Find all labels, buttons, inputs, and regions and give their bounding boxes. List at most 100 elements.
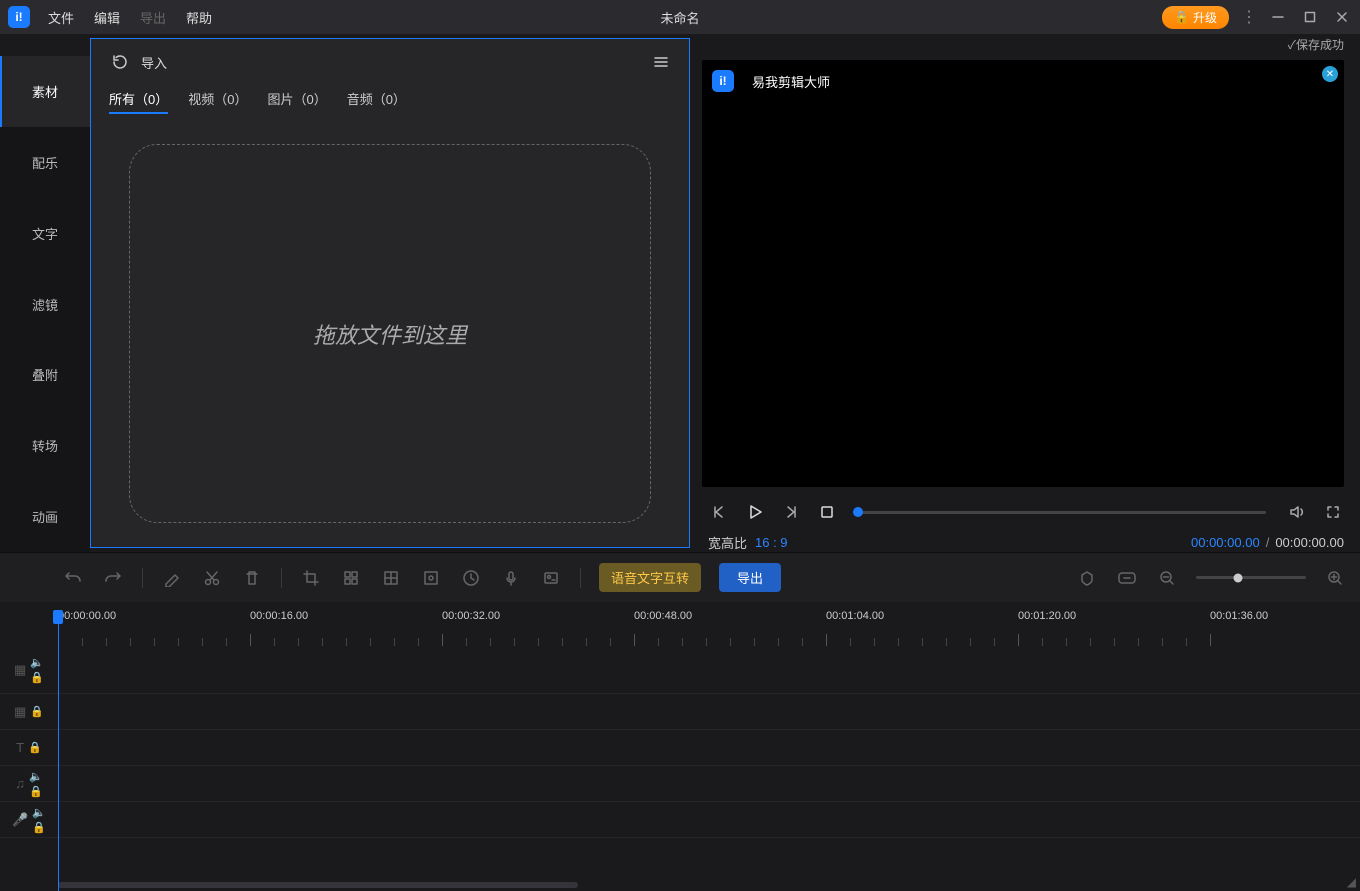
- refresh-icon[interactable]: [109, 51, 131, 73]
- media-tabs: 所有（0） 视频（0） 图片（0） 音频（0）: [109, 89, 671, 114]
- minimize-icon[interactable]: [1268, 7, 1288, 27]
- mic-icon: 🎤: [12, 812, 28, 828]
- separator: [580, 568, 581, 588]
- menu-edit[interactable]: 编辑: [86, 4, 128, 31]
- lock-icon[interactable]: 🔒: [28, 741, 42, 754]
- separator: [142, 568, 143, 588]
- timeline-scrollbar[interactable]: [0, 879, 1360, 891]
- ratio-value[interactable]: 16 : 9: [755, 535, 788, 550]
- mute-icon[interactable]: 🔈: [30, 656, 44, 669]
- ruler-label: 00:00:16.00: [250, 610, 308, 622]
- zoom-out-icon[interactable]: [1156, 567, 1178, 589]
- track-head: 🎤 🔈 🔒: [0, 802, 58, 837]
- timeline-tracks: ▦ 🔈🔒 ▦ 🔒 T 🔒 ♫ 🔈🔒 🎤 🔈🔒: [0, 646, 1360, 879]
- speed-icon[interactable]: [460, 567, 482, 589]
- tab-video[interactable]: 视频（0）: [188, 89, 247, 114]
- resize-grip-icon[interactable]: ◢: [1347, 875, 1356, 889]
- app-icon: i!: [8, 6, 30, 28]
- voice-to-text-button[interactable]: 语音文字互转: [599, 563, 701, 592]
- ruler-label: 00:00:48.00: [634, 610, 692, 622]
- track-voice[interactable]: 🎤 🔈 🔒: [0, 802, 1360, 838]
- volume-icon[interactable]: [1286, 501, 1308, 523]
- progress-thumb[interactable]: [853, 507, 863, 517]
- menu-file[interactable]: 文件: [40, 4, 82, 31]
- lock-icon[interactable]: 🔒: [32, 821, 46, 834]
- media-panel: 导入 所有（0） 视频（0） 图片（0） 音频（0） 拖放文件到这里: [90, 38, 690, 548]
- track-video-overlay[interactable]: ▦ 🔒: [0, 694, 1360, 730]
- preview-info: 宽高比 16 : 9 00:00:00.00 / 00:00:00.00: [702, 529, 1344, 552]
- voice-icon[interactable]: [500, 567, 522, 589]
- scrollbar-thumb[interactable]: [58, 882, 578, 888]
- prev-frame-icon[interactable]: [708, 501, 730, 523]
- preview-brand-label: 易我剪辑大师: [752, 72, 830, 91]
- tab-all[interactable]: 所有（0）: [109, 89, 168, 114]
- time-total: 00:00:00.00: [1275, 535, 1344, 550]
- dropzone[interactable]: 拖放文件到这里: [129, 144, 651, 523]
- lock-icon[interactable]: 🔒: [30, 671, 44, 684]
- grid-icon[interactable]: [380, 567, 402, 589]
- timeline-ruler[interactable]: 00:00:00.0000:00:16.0000:00:32.0000:00:4…: [58, 602, 1360, 646]
- track-head: T 🔒: [0, 730, 58, 765]
- zoom-slider[interactable]: [1196, 576, 1306, 579]
- more-icon[interactable]: ⋮: [1241, 7, 1256, 27]
- time-separator: /: [1266, 535, 1270, 550]
- redo-icon[interactable]: [102, 567, 124, 589]
- fit-icon[interactable]: [1116, 567, 1138, 589]
- lock-icon[interactable]: 🔒: [30, 705, 44, 718]
- maximize-icon[interactable]: [1300, 7, 1320, 27]
- timeline: 00:00:00.0000:00:16.0000:00:32.0000:00:4…: [0, 602, 1360, 891]
- sidebar-item-music[interactable]: 配乐: [0, 127, 90, 198]
- play-icon[interactable]: [744, 501, 766, 523]
- ruler-label: 00:01:04.00: [826, 610, 884, 622]
- cut-icon[interactable]: [201, 567, 223, 589]
- progress-bar[interactable]: [858, 511, 1266, 514]
- track-audio[interactable]: ♫ 🔈 🔒: [0, 766, 1360, 802]
- sidebar-item-label: 文字: [32, 224, 58, 243]
- close-icon[interactable]: [1332, 7, 1352, 27]
- sidebar-item-overlay[interactable]: 叠附: [0, 339, 90, 410]
- track-text[interactable]: T 🔒: [0, 730, 1360, 766]
- crop-icon[interactable]: [300, 567, 322, 589]
- tab-image[interactable]: 图片（0）: [267, 89, 326, 114]
- marker-icon[interactable]: [1076, 567, 1098, 589]
- pen-icon[interactable]: [161, 567, 183, 589]
- ruler-label: 00:01:36.00: [1210, 610, 1268, 622]
- upgrade-button[interactable]: 🔒 升级: [1162, 6, 1229, 29]
- delete-icon[interactable]: [241, 567, 263, 589]
- subtitle-icon[interactable]: [540, 567, 562, 589]
- sidebar-item-label: 动画: [32, 507, 58, 526]
- fullscreen-icon[interactable]: [1322, 501, 1344, 523]
- text-icon: T: [16, 740, 24, 755]
- list-view-icon[interactable]: [649, 51, 671, 73]
- sidebar-item-animation[interactable]: 动画: [0, 481, 90, 552]
- lock-icon[interactable]: 🔒: [29, 785, 43, 798]
- track-head: ♫ 🔈 🔒: [0, 766, 58, 801]
- sidebar-item-text[interactable]: 文字: [0, 198, 90, 269]
- mute-icon[interactable]: 🔈: [29, 770, 43, 783]
- mute-icon[interactable]: 🔈: [32, 806, 46, 819]
- sidebar-item-label: 配乐: [32, 153, 58, 172]
- sidebar-item-transition[interactable]: 转场: [0, 410, 90, 481]
- menu-help[interactable]: 帮助: [178, 4, 220, 31]
- track-head: ▦ 🔈🔒: [0, 646, 58, 693]
- music-icon: ♫: [15, 776, 25, 791]
- stop-icon[interactable]: [816, 501, 838, 523]
- freeze-icon[interactable]: [420, 567, 442, 589]
- ruler-label: 00:00:32.00: [442, 610, 500, 622]
- track-head: ▦ 🔒: [0, 694, 58, 729]
- zoom-thumb[interactable]: [1233, 573, 1242, 582]
- close-watermark-icon[interactable]: ✕: [1322, 66, 1338, 82]
- sidebar-item-filter[interactable]: 滤镜: [0, 269, 90, 340]
- sidebar-item-label: 滤镜: [32, 295, 58, 314]
- track-video-main[interactable]: ▦ 🔈🔒: [0, 646, 1360, 694]
- zoom-in-icon[interactable]: [1324, 567, 1346, 589]
- sidebar-item-material[interactable]: 素材: [0, 56, 90, 127]
- preview-panel: i! 易我剪辑大师 ✕ 宽高比 16 : 9 00:00:00.00 / 00:…: [698, 56, 1360, 552]
- import-button[interactable]: 导入: [141, 53, 167, 72]
- sidebar-item-label: 叠附: [32, 365, 58, 384]
- undo-icon[interactable]: [62, 567, 84, 589]
- tab-audio[interactable]: 音频（0）: [347, 89, 406, 114]
- next-frame-icon[interactable]: [780, 501, 802, 523]
- mosaic-icon[interactable]: [340, 567, 362, 589]
- export-button[interactable]: 导出: [719, 563, 781, 592]
